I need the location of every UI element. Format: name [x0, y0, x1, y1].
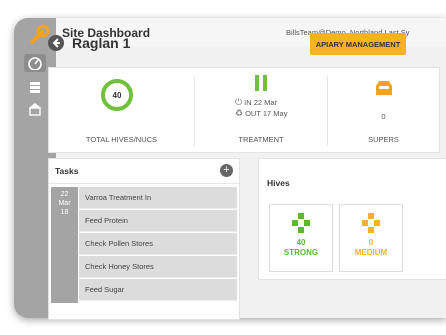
supers-icon: [376, 81, 392, 95]
task-date: 22 Mar 18: [51, 187, 78, 303]
hive-card-medium[interactable]: 0 MEDIUM: [339, 204, 403, 272]
treatment-in-text: IN 22 Mar: [244, 98, 278, 107]
task-item[interactable]: Feed Sugar: [79, 279, 237, 301]
hives-title: Hives: [267, 178, 290, 188]
task-item[interactable]: Check Pollen Stores: [79, 233, 237, 255]
stats-panel: 40 TOTAL HIVES/NUCS ⏻ IN 22 Mar ♻ OUT 17…: [48, 67, 440, 153]
treatment-out-text: OUT 17 May: [245, 109, 288, 118]
out-icon: ♻: [235, 108, 244, 118]
hive-cluster-icon: [362, 213, 380, 233]
treatment-in: ⏻ IN 22 Mar: [235, 97, 277, 108]
sidebar-sites-icon[interactable]: [24, 100, 46, 118]
task-date-month: Mar: [58, 200, 71, 207]
total-hives-ring: 40: [101, 79, 133, 111]
total-hives-label: TOTAL HIVES/NUCS: [85, 135, 158, 144]
supers-value: 0: [381, 112, 386, 121]
hive-strong-count: 40: [296, 238, 306, 247]
apiary-management-button[interactable]: APIARY MANAGEMENT: [310, 33, 406, 55]
hive-card-strong[interactable]: 40 STRONG: [269, 204, 333, 272]
hive-medium-label: MEDIUM: [354, 248, 388, 257]
add-task-button[interactable]: +: [220, 164, 233, 177]
treatment-label: TREATMENT: [238, 135, 284, 144]
treatment-icon: [255, 75, 267, 91]
task-item[interactable]: Feed Protein: [79, 210, 237, 232]
task-date-day: 22: [60, 191, 69, 198]
arrow-left-icon: [52, 38, 60, 48]
tasks-title: Tasks: [55, 166, 79, 176]
treatment-out: ♻ OUT 17 May: [235, 108, 287, 119]
task-item[interactable]: Varroa Treatment In: [79, 187, 237, 209]
in-icon: ⏻: [235, 97, 243, 107]
stat-total-hives[interactable]: 40 TOTAL HIVES/NUCS: [49, 68, 194, 152]
tasks-panel: Tasks + 22 Mar 18 Varroa Treatment In Fe…: [48, 158, 240, 320]
stat-supers[interactable]: 0 SUPERS: [328, 68, 439, 152]
task-date-year: 18: [60, 209, 69, 216]
sidebar-dashboard-icon[interactable]: [24, 54, 46, 72]
tasks-header: Tasks +: [49, 159, 239, 184]
stat-treatment[interactable]: ⏻ IN 22 Mar ♻ OUT 17 May TREATMENT: [195, 68, 327, 152]
sidebar-hives-icon[interactable]: [24, 78, 46, 96]
hive-strong-label: STRONG: [283, 248, 319, 257]
hives-panel: Hives 40 STRONG 0 MEDIUM: [258, 158, 446, 280]
task-item[interactable]: Check Honey Stores: [79, 256, 237, 278]
hive-medium-count: 0: [368, 238, 374, 247]
hive-cluster-icon: [292, 213, 310, 233]
back-button[interactable]: [48, 35, 64, 51]
supers-label: SUPERS: [368, 135, 399, 144]
page-title: Raglan 1: [72, 35, 131, 51]
logo-icon: [30, 24, 50, 44]
